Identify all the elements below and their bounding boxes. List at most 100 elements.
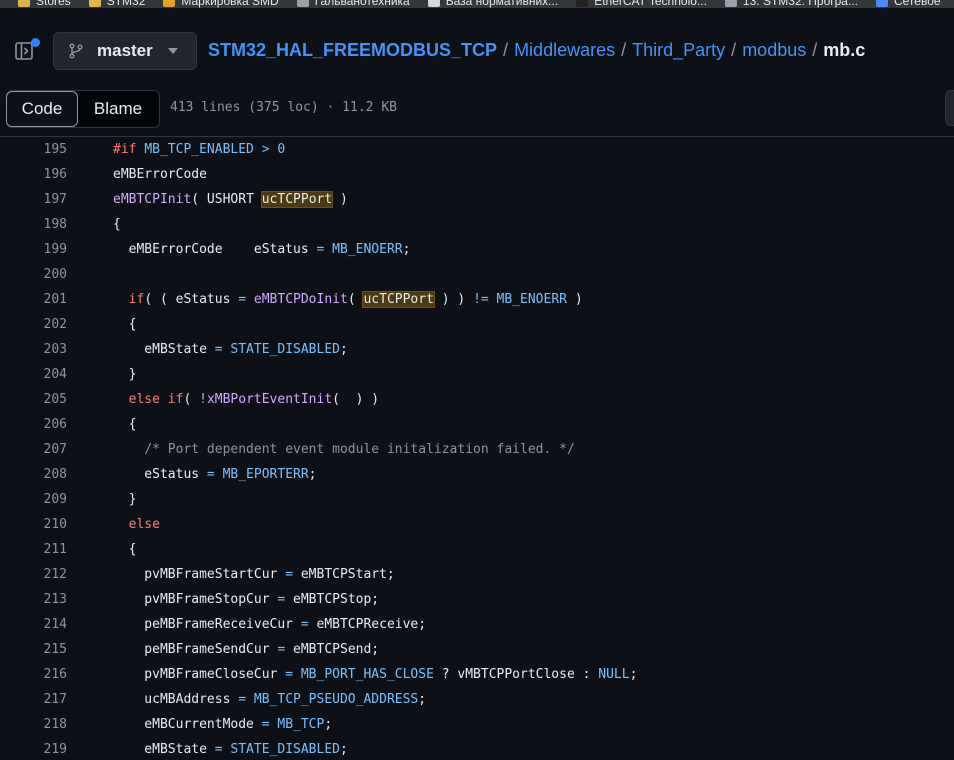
code-token: =: [214, 742, 223, 757]
code-line: 217 ucMBAddress = MB_TCP_PSEUDO_ADDRESS;: [0, 687, 954, 712]
line-number[interactable]: 205: [0, 392, 67, 407]
breadcrumb-separator: /: [621, 40, 627, 60]
code-line: 211 {: [0, 537, 954, 562]
bookmark-item[interactable]: STM32: [88, 0, 146, 8]
line-number[interactable]: 214: [0, 617, 67, 632]
code-line: 212 pvMBFrameStartCur = eMBTCPStart;: [0, 562, 954, 587]
line-number[interactable]: 201: [0, 292, 67, 307]
line-number[interactable]: 208: [0, 467, 67, 482]
code-view: 195 #if MB_TCP_ENABLED > 0 196 eMBErrorCode…: [0, 137, 954, 760]
breadcrumb-folder-link[interactable]: Third_Party: [632, 40, 725, 61]
tab-code[interactable]: Code: [6, 91, 78, 127]
code-line: 203 eMBState = STATE_DISABLED;: [0, 337, 954, 362]
code-line: 196 eMBErrorCode: [0, 162, 954, 187]
code-token: MB_ENOERR: [332, 242, 403, 257]
line-number[interactable]: 212: [0, 567, 67, 582]
line-number[interactable]: 207: [0, 442, 67, 457]
line-number[interactable]: 198: [0, 217, 67, 232]
branch-name: master: [97, 41, 153, 60]
line-number[interactable]: 206: [0, 417, 67, 432]
code-line: 210 else: [0, 512, 954, 537]
code-line: 198 {: [0, 212, 954, 237]
code-line: 199 eMBErrorCode eStatus = MB_ENOERR;: [0, 237, 954, 262]
line-number[interactable]: 209: [0, 492, 67, 507]
code-token: eStatus: [113, 467, 207, 482]
breadcrumb-separator: /: [731, 40, 737, 60]
code-text: }: [113, 492, 137, 507]
code-text: eMBState = STATE_DISABLED;: [113, 342, 348, 357]
code-token: >: [261, 142, 270, 157]
tab-blame[interactable]: Blame: [78, 91, 158, 127]
code-token: NULL: [598, 667, 630, 682]
code-token: ( ) ): [332, 392, 380, 407]
code-token: }: [113, 492, 137, 507]
code-text: }: [113, 367, 137, 382]
code-token: eMBErrorCode eStatus: [113, 242, 317, 257]
line-number[interactable]: 199: [0, 242, 67, 257]
code-text: if( ( eStatus = eMBTCPDoInit( ucTCPPort …: [113, 291, 583, 308]
code-text: eMBState = STATE_DISABLED;: [113, 742, 348, 757]
line-number[interactable]: 216: [0, 667, 67, 682]
folder-icon: [88, 0, 101, 7]
globe-icon: [296, 0, 309, 7]
breadcrumb-repo-link[interactable]: STM32_HAL_FREEMODBUS_TCP: [208, 40, 497, 61]
bookmark-item[interactable]: Сетевое: [875, 0, 941, 8]
code-token: ;: [308, 467, 317, 482]
branch-selector-button[interactable]: master: [53, 32, 197, 70]
line-number[interactable]: 195: [0, 142, 67, 157]
bookmark-item[interactable]: Гальванотехника: [296, 0, 410, 8]
breadcrumb-separator: /: [812, 40, 818, 60]
code-line: 214 peMBFrameReceiveCur = eMBTCPReceive;: [0, 612, 954, 637]
line-number[interactable]: 219: [0, 742, 67, 757]
line-number[interactable]: 204: [0, 367, 67, 382]
line-number[interactable]: 217: [0, 692, 67, 707]
code-token: =: [285, 567, 294, 582]
bookmark-label: 13. STM32. Програ...: [742, 0, 858, 8]
code-text: {: [113, 317, 137, 332]
line-number[interactable]: 203: [0, 342, 67, 357]
code-token: MB_TCP_PSEUDO_ADDRESS: [253, 692, 419, 707]
code-token: {: [113, 542, 137, 557]
line-number[interactable]: 215: [0, 642, 67, 657]
line-number[interactable]: 202: [0, 317, 67, 332]
code-line: 208 eStatus = MB_EPORTERR;: [0, 462, 954, 487]
bookmark-label: STM32: [106, 0, 146, 8]
code-text: pvMBFrameStopCur = eMBTCPStop;: [113, 592, 379, 607]
file-actions-button[interactable]: [945, 90, 954, 126]
code-line: 213 pvMBFrameStopCur = eMBTCPStop;: [0, 587, 954, 612]
bookmark-item[interactable]: EtherCAT Technolo...: [576, 0, 707, 8]
code-token: =: [261, 717, 270, 732]
line-number[interactable]: 213: [0, 592, 67, 607]
code-token: =: [300, 617, 309, 632]
line-number[interactable]: 210: [0, 517, 67, 532]
breadcrumb-separator: /: [503, 40, 509, 60]
bookmark-item[interactable]: Маркировка SMD: [163, 0, 279, 8]
code-token: 0: [277, 142, 286, 157]
code-text: peMBFrameSendCur = eMBTCPSend;: [113, 642, 379, 657]
code-text: ucMBAddress = MB_TCP_PSEUDO_ADDRESS;: [113, 692, 426, 707]
code-token: ;: [402, 242, 411, 257]
code-token: ) ): [433, 292, 474, 307]
code-token: =: [238, 292, 247, 307]
tools-icon: [724, 0, 737, 7]
code-token: xMBPortEventInit: [206, 392, 333, 407]
code-line: 219 eMBState = STATE_DISABLED;: [0, 737, 954, 760]
code-token: MB_PORT_HAS_CLOSE: [300, 667, 434, 682]
repo-header: master STM32_HAL_FREEMODBUS_TCP / Middle…: [0, 8, 954, 90]
code-text: eStatus = MB_EPORTERR;: [113, 467, 317, 482]
breadcrumb-folder-link[interactable]: modbus: [742, 40, 806, 61]
bookmark-item[interactable]: 13. STM32. Програ...: [724, 0, 858, 8]
line-number[interactable]: 200: [0, 267, 67, 282]
line-number[interactable]: 197: [0, 192, 67, 207]
line-number[interactable]: 196: [0, 167, 67, 182]
bookmark-item[interactable]: База нормативних...: [427, 0, 558, 8]
line-number[interactable]: 218: [0, 717, 67, 732]
breadcrumb-folder-link[interactable]: Middlewares: [514, 40, 615, 61]
code-token: {: [113, 417, 137, 432]
bookmark-item[interactable]: Stores: [18, 0, 71, 8]
code-token: MB_TCP: [277, 717, 325, 732]
line-number[interactable]: 211: [0, 542, 67, 557]
